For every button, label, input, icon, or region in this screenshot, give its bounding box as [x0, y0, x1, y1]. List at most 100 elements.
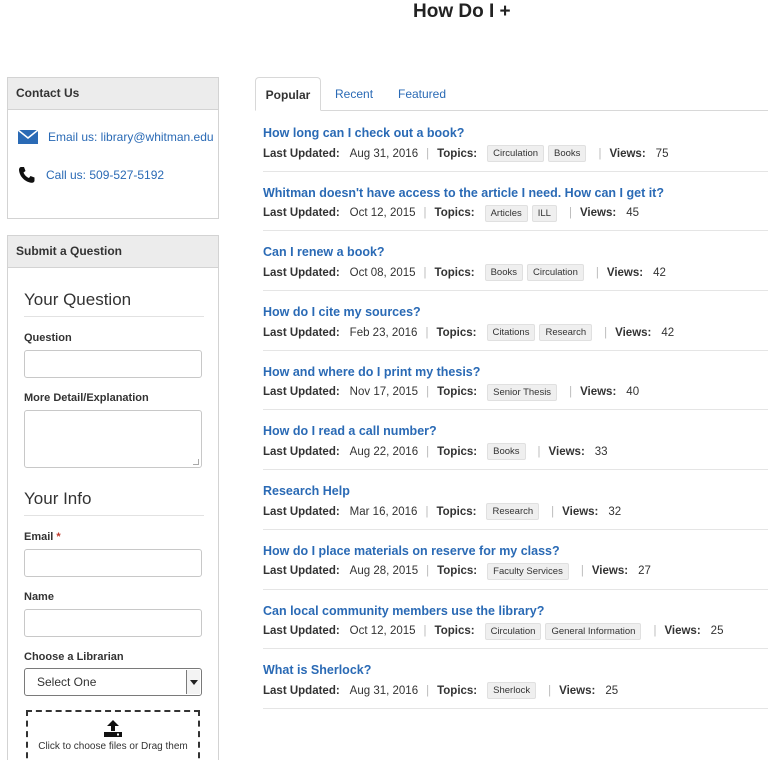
- your-question-title: Your Question: [24, 290, 204, 317]
- required-marker: *: [56, 531, 61, 543]
- faq-question-link[interactable]: Whitman doesn't have access to the artic…: [263, 185, 768, 201]
- detail-textarea[interactable]: [24, 410, 202, 468]
- meta-divider: |: [568, 207, 572, 220]
- views-label: Views:: [579, 207, 617, 220]
- meta-divider: |: [426, 565, 430, 578]
- topic-tag[interactable]: ILL: [531, 204, 557, 222]
- topics-label: Topics:: [436, 326, 477, 339]
- topics-label: Topics:: [437, 147, 478, 160]
- topic-tag[interactable]: Research: [539, 324, 593, 342]
- faq-meta: Last Updated: Aug 31, 2016 | Topics: Sherloc…: [263, 682, 768, 700]
- topic-tag[interactable]: Books: [484, 264, 523, 282]
- meta-divider: |: [551, 505, 555, 518]
- views-count: 27: [638, 565, 651, 578]
- email-label: Email *: [24, 531, 61, 543]
- views-count: 42: [653, 266, 666, 279]
- views-label: Views:: [615, 326, 652, 339]
- faq-question-link[interactable]: Can local community members use the libr…: [263, 603, 768, 619]
- views-count: 45: [626, 207, 639, 220]
- faq-list: How long can I check out a book? Last Upd…: [263, 112, 768, 709]
- meta-divider: |: [426, 445, 430, 458]
- topic-tag[interactable]: Sherlock: [487, 682, 537, 700]
- faq-item: How and where do I print my thesis? Last …: [263, 351, 768, 411]
- email-field[interactable]: [24, 549, 202, 577]
- faq-question-link[interactable]: What is Sherlock?: [263, 662, 768, 678]
- updated-label: Last Updated:: [263, 684, 340, 697]
- caret-down-icon[interactable]: [186, 670, 200, 694]
- faq-question-link[interactable]: Research Help: [263, 483, 768, 499]
- faq-meta: Last Updated: Aug 22, 2016 | Topics: Books | V…: [263, 443, 768, 461]
- topic-tag[interactable]: Circulation: [487, 145, 545, 162]
- updated-date: Oct 12, 2015: [349, 625, 416, 637]
- views-label: Views:: [580, 386, 617, 399]
- faq-meta: Last Updated: Feb 23, 2016 | Topics: Citatio…: [263, 324, 768, 342]
- meta-divider: |: [423, 266, 427, 279]
- views-count: 42: [661, 326, 675, 339]
- topic-tag[interactable]: Articles: [484, 204, 528, 222]
- email-link[interactable]: Email us: library@whitman.edu: [18, 130, 214, 144]
- your-info-title: Your Info: [24, 489, 204, 516]
- updated-date: Feb 23, 2016: [349, 326, 418, 339]
- faq-question-link[interactable]: How do I cite my sources?: [263, 304, 768, 320]
- faq-question-link[interactable]: Can I renew a book?: [263, 244, 768, 260]
- meta-divider: |: [426, 386, 430, 399]
- topic-tag[interactable]: Circulation: [484, 622, 542, 640]
- faq-question-link[interactable]: How do I place materials on reserve for …: [263, 543, 768, 559]
- topic-tag[interactable]: Books: [548, 145, 587, 162]
- detail-label: More Detail/Explanation: [24, 392, 149, 404]
- meta-divider: |: [425, 505, 429, 518]
- faq-question-link[interactable]: How do I read a call number?: [263, 423, 768, 439]
- topic-tag[interactable]: Books: [487, 443, 526, 461]
- name-label: Name: [24, 591, 54, 603]
- updated-date: Aug 22, 2016: [349, 445, 419, 458]
- topics-label: Topics:: [436, 505, 477, 518]
- dropzone-text: Click to choose files or Drag them: [38, 741, 188, 752]
- updated-date: Aug 31, 2016: [349, 147, 419, 160]
- topic-tag[interactable]: Faculty Services: [487, 562, 569, 580]
- topics-label: Topics:: [437, 386, 478, 399]
- tab-featured[interactable]: Featured: [398, 77, 446, 111]
- views-label: Views:: [548, 445, 585, 458]
- faq-question-link[interactable]: How and where do I print my thesis?: [263, 364, 768, 380]
- updated-label: Last Updated:: [263, 326, 340, 339]
- updated-date: Nov 17, 2015: [349, 386, 419, 399]
- topic-tag[interactable]: General Information: [545, 622, 642, 640]
- views-count: 33: [594, 445, 608, 458]
- name-field[interactable]: [24, 609, 202, 637]
- updated-label: Last Updated:: [263, 147, 340, 160]
- tab-popular[interactable]: Popular: [255, 77, 321, 111]
- views-label: Views:: [562, 505, 599, 518]
- phone-icon: [19, 167, 35, 183]
- meta-divider: |: [595, 266, 599, 279]
- views-count: 32: [608, 505, 622, 518]
- envelope-icon: [18, 130, 38, 144]
- topics-label: Topics:: [437, 684, 478, 697]
- meta-divider: |: [425, 326, 429, 339]
- faq-item: How do I place materials on reserve for …: [263, 530, 768, 590]
- meta-divider: |: [604, 326, 608, 339]
- topic-tag[interactable]: Research: [486, 503, 540, 521]
- topic-tag[interactable]: Circulation: [526, 264, 584, 282]
- topics-label: Topics:: [437, 445, 478, 458]
- librarian-select[interactable]: Select One: [24, 668, 202, 696]
- question-input[interactable]: [24, 350, 202, 378]
- tab-recent[interactable]: Recent: [335, 77, 373, 111]
- meta-divider: |: [426, 684, 430, 697]
- email-text: Email us: library@whitman.edu: [48, 130, 214, 144]
- topic-tag[interactable]: Senior Thesis: [487, 383, 558, 401]
- faq-item: What is Sherlock? Last Updated: Aug 31, 20…: [263, 649, 768, 709]
- meta-divider: |: [569, 386, 573, 399]
- faq-meta: Last Updated: Mar 16, 2016 | Topics: Researc…: [263, 503, 768, 521]
- views-count: 25: [710, 625, 724, 637]
- views-label: Views:: [609, 147, 646, 160]
- phone-link[interactable]: Call us: 509-527-5192: [18, 166, 164, 184]
- faq-question-link[interactable]: How long can I check out a book?: [263, 125, 768, 141]
- updated-label: Last Updated:: [263, 505, 340, 518]
- topic-tag[interactable]: Citations: [486, 324, 536, 342]
- file-dropzone[interactable]: Click to choose files or Drag them: [26, 710, 200, 760]
- question-label: Question: [24, 332, 72, 344]
- contact-panel: Contact Us Email us: library@whitman.edu…: [7, 77, 219, 219]
- meta-divider: |: [598, 147, 602, 160]
- resize-grip-icon[interactable]: [193, 459, 199, 465]
- views-label: Views:: [664, 625, 701, 637]
